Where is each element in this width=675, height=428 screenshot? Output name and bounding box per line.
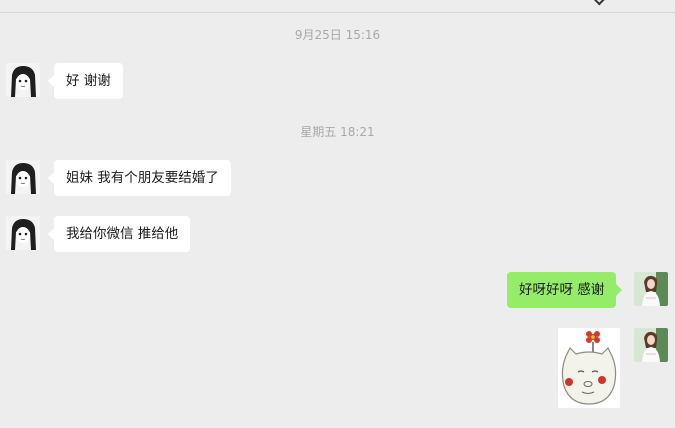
timestamp: 星期五 18:21 (300, 125, 375, 139)
contact-avatar[interactable] (6, 216, 40, 250)
chevron-down-icon[interactable] (593, 0, 607, 6)
self-avatar[interactable] (634, 272, 668, 306)
anime-girl-avatar-icon (6, 160, 40, 194)
girl-photo-avatar-icon (634, 328, 668, 362)
contact-avatar[interactable] (6, 160, 40, 194)
sticker-message[interactable] (558, 328, 620, 408)
message-bubble[interactable]: 姐妹 我有个朋友要结婚了 (48, 160, 231, 196)
header-divider (0, 12, 675, 13)
pig-face-with-flower-sticker-icon (558, 328, 620, 408)
message-bubble[interactable]: 我给你微信 推给他 (47, 216, 191, 252)
anime-girl-avatar-icon (6, 63, 40, 97)
message-bubble[interactable]: 好 谢谢 (48, 63, 123, 99)
timestamp: 9月25日 15:16 (294, 28, 381, 42)
contact-avatar[interactable] (6, 63, 40, 97)
message-bubble-outgoing[interactable]: 好呀好呀 感谢 (507, 272, 623, 308)
self-avatar[interactable] (634, 328, 668, 362)
girl-photo-avatar-icon (634, 272, 668, 306)
anime-girl-avatar-icon (6, 216, 40, 250)
